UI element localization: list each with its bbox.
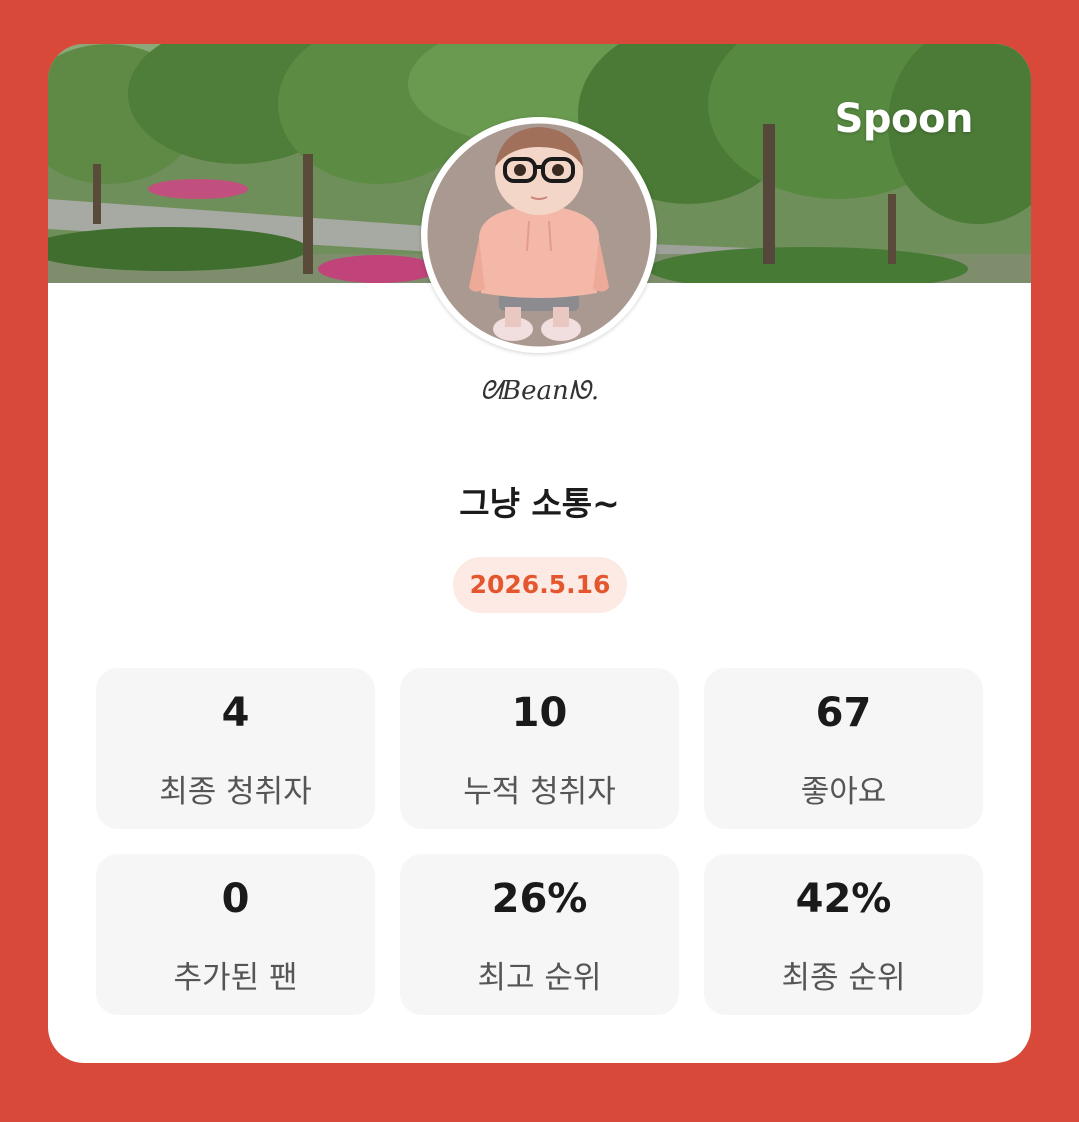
stats-grid: 4 최종 청취자 10 누적 청취자 67 좋아요 0 추가된 팬 26% 최고… <box>96 668 983 1015</box>
room-title: 그냥 소통~ <box>459 484 620 523</box>
stat-label: 좋아요 <box>800 774 887 810</box>
stat-value: 10 <box>511 690 568 736</box>
stat-label: 최종 순위 <box>781 960 906 996</box>
stat-label: 누적 청취자 <box>463 774 616 810</box>
stat-total-listeners: 10 누적 청취자 <box>400 668 679 829</box>
stat-added-fans: 0 추가된 팬 <box>96 854 375 1015</box>
stat-likes: 67 좋아요 <box>704 668 983 829</box>
stat-label: 추가된 팬 <box>173 960 298 996</box>
stat-value: 26% <box>491 876 588 922</box>
stat-label: 최종 청취자 <box>159 774 312 810</box>
stat-value: 67 <box>815 690 872 736</box>
result-card: Spoon ᘛBeanᘚ. 그냥 소통~ 2026.5.16 4 최종 청취자 … <box>48 44 1031 1063</box>
profile-username: ᘛBeanᘚ. <box>479 376 600 406</box>
stat-label: 최고 순위 <box>477 960 602 996</box>
profile-avatar <box>421 117 657 353</box>
stat-value: 4 <box>221 690 250 736</box>
stat-final-listeners: 4 최종 청취자 <box>96 668 375 829</box>
stat-value: 0 <box>221 876 250 922</box>
stat-final-rank: 42% 최종 순위 <box>704 854 983 1015</box>
stat-best-rank: 26% 최고 순위 <box>400 854 679 1015</box>
stat-value: 42% <box>795 876 892 922</box>
spoon-logo: Spoon <box>834 96 974 142</box>
date-badge: 2026.5.16 <box>453 557 627 613</box>
